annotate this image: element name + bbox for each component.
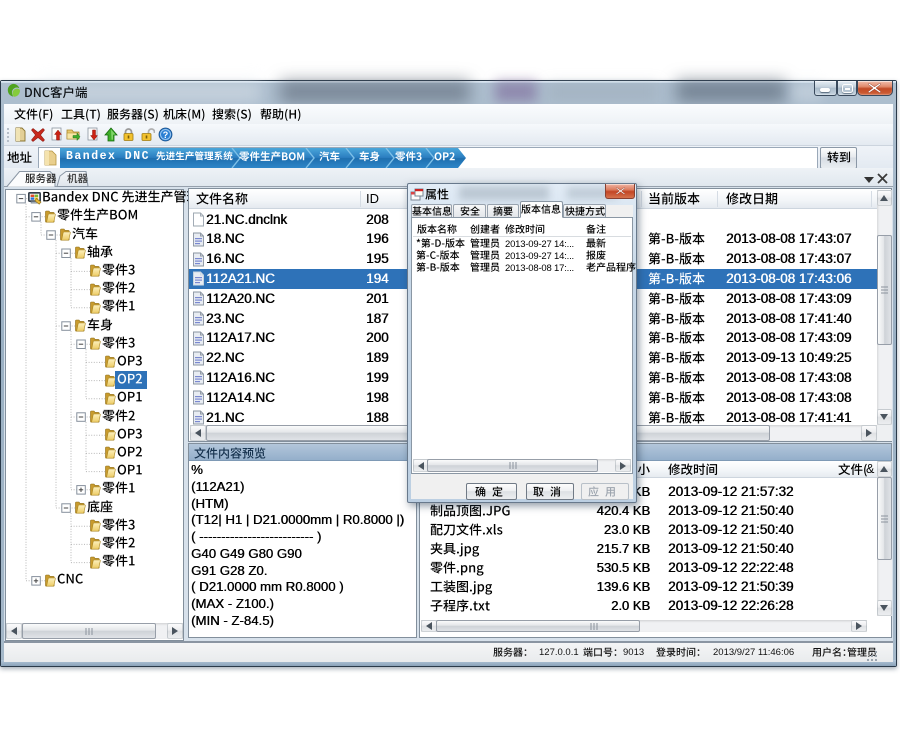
svg-text:?: ? bbox=[163, 130, 169, 140]
